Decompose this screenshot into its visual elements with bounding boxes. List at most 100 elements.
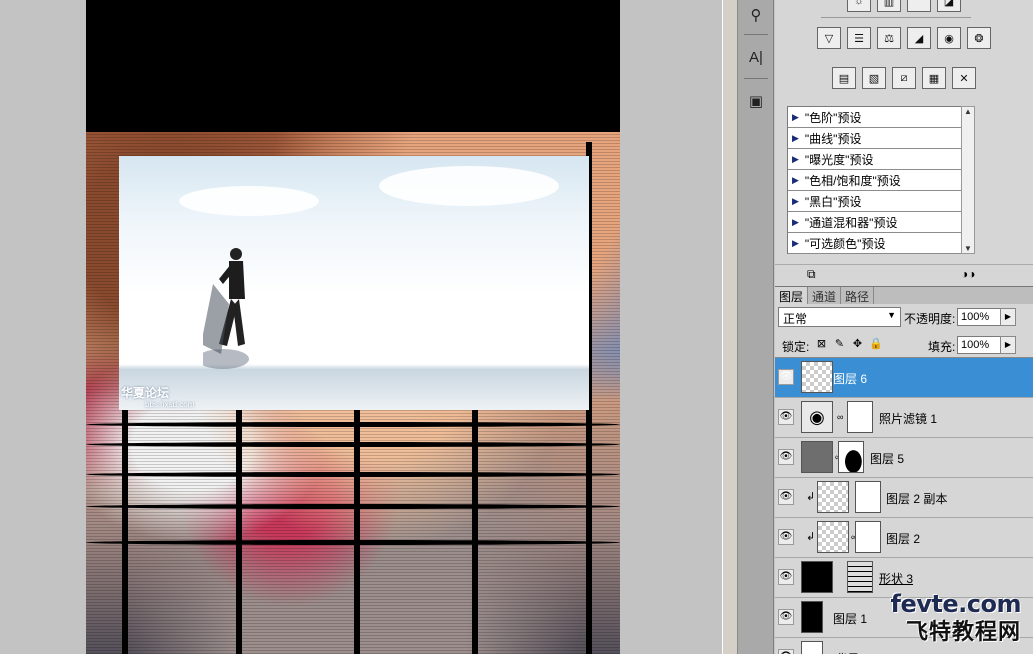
layer-name[interactable]: 背景 [833, 650, 857, 654]
visibility-toggle-icon[interactable]: ◑◑ [961, 267, 976, 281]
expand-triangle-icon[interactable]: ▶ [792, 238, 799, 249]
layer-thumbnail [801, 641, 823, 654]
separator [744, 78, 768, 79]
photo-filter-icon[interactable]: ◉ [937, 27, 961, 49]
preset-item[interactable]: ▶ "色阶"预设 [788, 107, 972, 128]
preset-item[interactable]: ▶ "曲线"预设 [788, 128, 972, 149]
eye-icon[interactable]: 👁 [778, 529, 794, 545]
tab-paths[interactable]: 路径 [841, 287, 875, 304]
layer-row[interactable]: 👁 图层 6 [775, 358, 1033, 398]
scroll-down-icon[interactable]: ▼ [962, 244, 974, 253]
channel-mixer-icon[interactable]: ❂ [967, 27, 991, 49]
lock-position-icon[interactable]: ✥ [851, 338, 864, 351]
adjustment-row-1: ▽ ☰ ⚖ ◢ ◉ ❂ [775, 27, 1033, 49]
preset-item[interactable]: ▶ "可选颜色"预设 [788, 233, 972, 254]
posterize-icon[interactable]: ▧ [862, 67, 886, 89]
panel-divider[interactable] [722, 0, 738, 654]
usb-clone-icon[interactable]: ⚲ [740, 0, 772, 30]
presets-scrollbar[interactable]: ▲ ▼ [961, 106, 975, 254]
hue-saturation-icon[interactable]: ☰ [847, 27, 871, 49]
walking-man-figure [203, 248, 249, 369]
layer-name[interactable]: 图层 2 副本 [886, 490, 947, 507]
expand-triangle-icon[interactable]: ▶ [792, 196, 799, 207]
preset-item[interactable]: ▶ "色相/饱和度"预设 [788, 170, 972, 191]
preset-item[interactable]: ▶ "通道混和器"预设 [788, 212, 972, 233]
eye-icon[interactable]: 👁 [778, 369, 794, 385]
tab-layers[interactable]: 图层 [775, 287, 809, 304]
grid-line [86, 442, 620, 447]
layer-name[interactable]: 图层 6 [833, 370, 867, 387]
expand-triangle-icon[interactable]: ▶ [792, 112, 799, 123]
screen-mode-icon[interactable]: ▣ [740, 86, 772, 116]
layer-row[interactable]: 👁 ∞ 图层 5 [775, 438, 1033, 478]
preset-item[interactable]: ▶ "曝光度"预设 [788, 149, 972, 170]
preset-label: "通道混和器"预设 [804, 215, 898, 230]
opacity-input[interactable]: 100% [957, 308, 1003, 326]
blend-mode-value: 正常 [783, 312, 808, 326]
adjustment-row-top: ☼ ▥ ⌒ ◪ [775, 0, 1033, 12]
type-tool-icon[interactable]: A| [740, 42, 772, 72]
panel-tool-strip: ⚲ A| ▣ [738, 0, 774, 654]
black-white-icon[interactable]: ◢ [907, 27, 931, 49]
grid-line [472, 410, 478, 654]
site-watermark: fevte.com 飞特教程网 [868, 590, 1033, 654]
scroll-up-icon[interactable]: ▲ [962, 107, 974, 116]
eye-icon[interactable]: 👁 [778, 569, 794, 585]
layer-name[interactable]: 图层 5 [870, 450, 904, 467]
eye-icon[interactable]: 👁 [778, 489, 794, 505]
color-balance-icon[interactable]: ⚖ [877, 27, 901, 49]
photo-filter-adjustment-icon: ◉ [801, 401, 833, 433]
grid-line [86, 504, 620, 509]
clip-to-layer-icon[interactable]: ⧉ [807, 267, 816, 282]
eye-icon[interactable]: 👁 [778, 409, 794, 425]
invert-icon[interactable]: ▤ [832, 67, 856, 89]
canvas-area[interactable]: 华夏论坛 bbs.hxsd.com [0, 0, 722, 654]
layer-name[interactable]: 图层 2 [886, 530, 920, 547]
threshold-icon[interactable]: ⧄ [892, 67, 916, 89]
fill-slider-button[interactable]: ▶ [1000, 336, 1016, 354]
layers-panel-tabs: 图层 通道 路径 [775, 286, 1033, 304]
layer-row[interactable]: 👁 ↲ ∞ 图层 2 [775, 518, 1033, 558]
preset-label: "可选颜色"预设 [804, 236, 886, 251]
expand-triangle-icon[interactable]: ▶ [792, 154, 799, 165]
fill-input[interactable]: 100% [957, 336, 1003, 354]
layer-name[interactable]: 照片滤镜 1 [879, 410, 937, 427]
exposure-icon[interactable]: ◪ [937, 0, 961, 12]
grid-line [86, 540, 620, 545]
curves-top-icon[interactable]: ⌒ [907, 0, 931, 12]
blend-mode-select[interactable]: 正常 ▼ [778, 307, 901, 327]
tab-channels[interactable]: 通道 [808, 287, 842, 304]
chain-link-icon[interactable]: ∞ [837, 412, 843, 422]
eye-icon[interactable]: 👁 [778, 449, 794, 465]
expand-triangle-icon[interactable]: ▶ [792, 175, 799, 186]
adjustment-row-2: ▤ ▧ ⧄ ▦ ✕ [775, 67, 1033, 89]
adjustment-presets-list[interactable]: ▶ "色阶"预设 ▶ "曲线"预设 ▶ "曝光度"预设 ▶ "色相/饱和度"预设 ▶ "黑… [787, 106, 973, 254]
layer-name[interactable]: 图层 1 [833, 610, 867, 627]
grid-line [122, 410, 128, 654]
grid-line [86, 472, 620, 477]
levels-top-icon[interactable]: ▥ [877, 0, 901, 12]
layer-row[interactable]: 👁 ↲ 图层 2 副本 [775, 478, 1033, 518]
gradient-map-icon[interactable]: ▦ [922, 67, 946, 89]
grid-line [236, 410, 242, 654]
selective-color-icon[interactable]: ✕ [952, 67, 976, 89]
preset-item[interactable]: ▶ "黑白"预设 [788, 191, 972, 212]
expand-triangle-icon[interactable]: ▶ [792, 133, 799, 144]
lock-pixels-icon[interactable]: ✎ [833, 338, 846, 351]
opacity-slider-button[interactable]: ▶ [1000, 308, 1016, 326]
brightness-icon[interactable]: ☼ [847, 0, 871, 12]
lock-transparent-icon[interactable]: ⊠ [815, 338, 828, 351]
eye-icon[interactable]: 👁 [778, 649, 794, 654]
chevron-down-icon: ▼ [887, 310, 896, 320]
layer-thumbnail [817, 481, 849, 513]
layer-row[interactable]: 👁 ◉ ∞ 照片滤镜 1 [775, 398, 1033, 438]
vibrance-icon[interactable]: ▽ [817, 27, 841, 49]
expand-triangle-icon[interactable]: ▶ [792, 217, 799, 228]
separator [744, 34, 768, 35]
clipping-mask-arrow-icon: ↲ [806, 531, 816, 543]
layer-name[interactable]: 形状 3 [879, 570, 913, 587]
document-canvas[interactable]: 华夏论坛 bbs.hxsd.com [86, 0, 620, 654]
lock-all-icon[interactable]: 🔒 [869, 338, 883, 351]
grid-line [354, 410, 360, 654]
eye-icon[interactable]: 👁 [778, 609, 794, 625]
